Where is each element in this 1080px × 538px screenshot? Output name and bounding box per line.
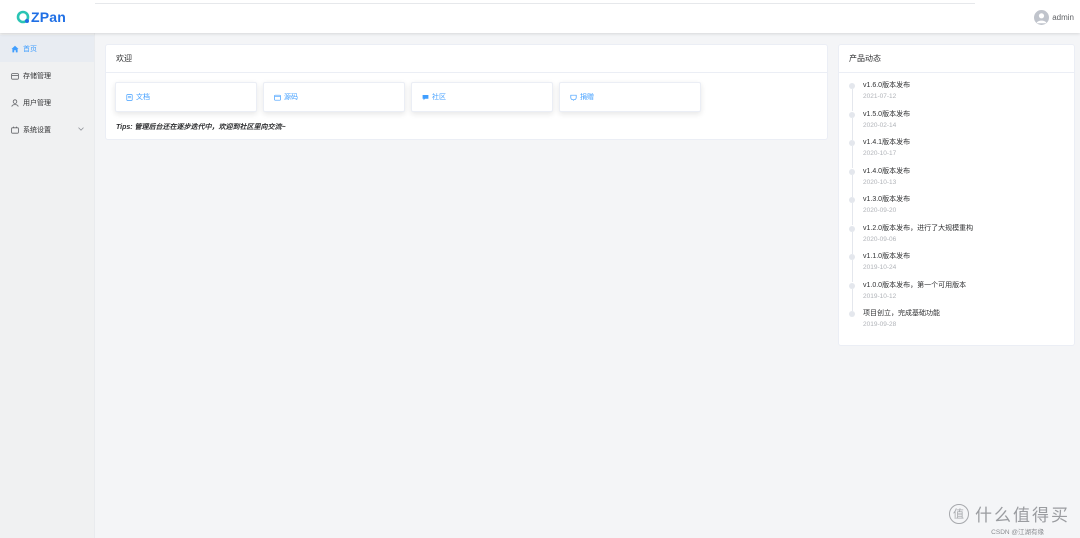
timeline-item: v1.2.0版本发布，进行了大规模重构 2020-09-06 <box>849 224 1069 254</box>
sidebar-item-label: 系统设置 <box>23 126 51 134</box>
svg-text:值: 值 <box>953 507 964 520</box>
timeline: v1.6.0版本发布 2021-07-12 v1.5.0版本发布 2020-02… <box>849 81 1069 338</box>
sidebar-item-home[interactable]: 首页 <box>0 35 94 62</box>
welcome-card: 欢迎 文档 源码 社区 捐赠 Tips: 管理后台还在逐步迭代中，欢迎到社区里向… <box>105 44 828 140</box>
welcome-title: 欢迎 <box>106 45 827 73</box>
timeline-title: v1.4.0版本发布 <box>863 167 911 175</box>
top-header: ZPan admin <box>0 0 1080 33</box>
timeline-date: 2020-09-06 <box>863 235 897 243</box>
timeline-date: 2020-02-14 <box>863 121 897 129</box>
quick-links: 文档 源码 社区 捐赠 <box>115 82 707 112</box>
sidebar: 首页 存储管理 用户管理 系统设置 <box>0 33 95 538</box>
donate-icon <box>570 94 577 101</box>
home-icon <box>11 45 19 53</box>
link-donate[interactable]: 捐赠 <box>559 82 701 112</box>
news-title: 产品动态 <box>839 45 1074 73</box>
link-label: 文档 <box>136 94 150 101</box>
timeline-title: 项目创立，完成基础功能 <box>863 310 940 317</box>
news-card: 产品动态 v1.6.0版本发布 2021-07-12 v1.5.0版本发布 20… <box>838 44 1075 346</box>
brand-logo[interactable]: ZPan <box>16 9 66 25</box>
user-icon <box>11 98 19 107</box>
zpan-logo-icon <box>16 10 30 24</box>
watermark: 值 什么值得买 <box>949 501 1070 526</box>
chevron-down-icon <box>78 126 84 133</box>
timeline-date: 2019-09-28 <box>863 321 897 328</box>
sidebar-item-label: 首页 <box>23 45 37 53</box>
timeline-title: v1.1.0版本发布 <box>863 253 911 260</box>
timeline-item: v1.4.1版本发布 2020-10-17 <box>849 138 1069 168</box>
timeline-title: v1.2.0版本发布，进行了大规模重构 <box>863 224 974 232</box>
watermark-site: 什么值得买 <box>975 506 1070 525</box>
sidebar-item-label: 存储管理 <box>23 72 51 80</box>
timeline-dot <box>849 311 855 317</box>
tips-text: Tips: 管理后台还在逐步迭代中，欢迎到社区里向交流~ <box>116 124 286 131</box>
avatar-icon <box>1034 10 1050 25</box>
smzdm-logo-icon: 值 <box>949 503 969 524</box>
brand-name: ZPan <box>31 9 67 25</box>
timeline-item: v1.6.0版本发布 2021-07-12 <box>849 81 1069 111</box>
username: admin <box>1052 13 1074 22</box>
settings-icon <box>11 126 19 134</box>
timeline-item: v1.3.0版本发布 2020-09-20 <box>849 195 1069 225</box>
link-label: 社区 <box>432 94 446 101</box>
timeline-date: 2021-07-12 <box>863 93 897 100</box>
link-docs[interactable]: 文档 <box>115 82 257 112</box>
storage-icon <box>11 72 19 80</box>
timeline-item: v1.0.0版本发布，第一个可用版本 2019-10-12 <box>849 281 1069 311</box>
timeline-date: 2019-10-24 <box>863 264 897 271</box>
sidebar-item-users[interactable]: 用户管理 <box>0 89 94 116</box>
sidebar-item-storage[interactable]: 存储管理 <box>0 62 94 89</box>
timeline-date: 2020-10-13 <box>863 178 897 186</box>
sidebar-item-settings[interactable]: 系统设置 <box>0 116 94 143</box>
link-label: 源码 <box>284 94 298 101</box>
link-source[interactable]: 源码 <box>263 82 405 112</box>
link-community[interactable]: 社区 <box>411 82 553 112</box>
header-divider <box>95 3 975 4</box>
user-menu[interactable]: admin <box>1034 10 1074 25</box>
timeline-date: 2020-10-17 <box>863 150 897 157</box>
chat-icon <box>422 94 429 101</box>
timeline-item: v1.5.0版本发布 2020-02-14 <box>849 110 1069 140</box>
timeline-title: v1.0.0版本发布，第一个可用版本 <box>863 281 967 289</box>
timeline-date: 2020-09-20 <box>863 207 897 214</box>
timeline-title: v1.5.0版本发布 <box>863 110 911 118</box>
doc-icon <box>126 93 133 101</box>
link-label: 捐赠 <box>580 94 594 101</box>
timeline-item: v1.1.0版本发布 2019-10-24 <box>849 252 1069 282</box>
sidebar-item-label: 用户管理 <box>23 99 51 107</box>
watermark-csdn: CSDN @江湖有缘 <box>991 529 1044 536</box>
timeline-title: v1.3.0版本发布 <box>863 196 911 203</box>
timeline-item: 项目创立，完成基础功能 2019-09-28 <box>849 309 1069 338</box>
code-icon <box>274 94 281 101</box>
timeline-date: 2019-10-12 <box>863 292 897 300</box>
timeline-title: v1.6.0版本发布 <box>863 82 911 89</box>
timeline-item: v1.4.0版本发布 2020-10-13 <box>849 167 1069 197</box>
timeline-title: v1.4.1版本发布 <box>863 139 911 146</box>
